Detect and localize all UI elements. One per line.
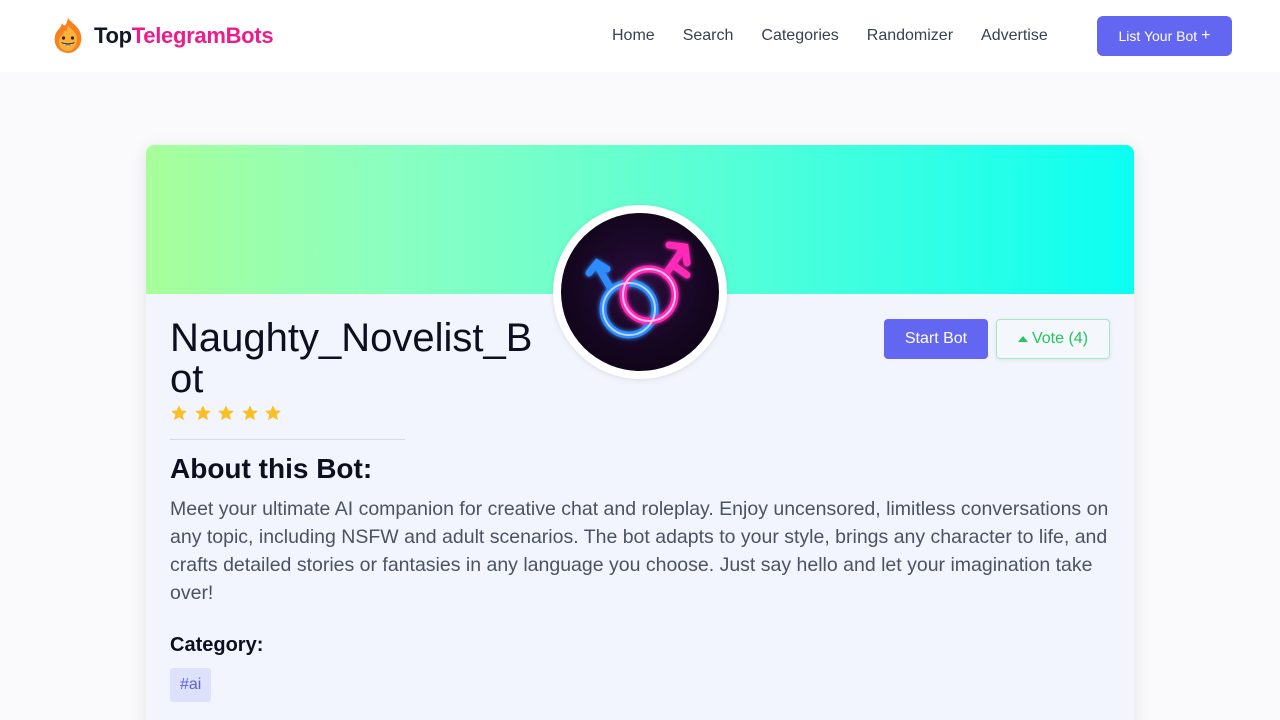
nav-search[interactable]: Search [683,22,734,50]
logo-text-rest: TelegramBots [131,23,274,48]
category-title: Category: [170,634,264,656]
logo-text: TopTelegramBots [94,23,274,49]
star-icon [241,405,258,421]
category-tag[interactable]: #ai [170,668,212,702]
bot-avatar-frame [553,205,727,379]
site-header: TopTelegramBots Home Search Categories R… [0,0,1280,72]
about-title: About this Bot: [170,453,373,484]
nav-categories[interactable]: Categories [761,22,838,50]
list-your-bot-button[interactable]: List Your Bot + [1097,16,1232,56]
nav-randomizer[interactable]: Randomizer [867,22,953,50]
vote-label: Vote (4) [1031,330,1089,347]
main-nav: Home Search Categories Randomizer Advert… [598,22,1062,50]
bot-name: Naughty_Novelist_Bot [170,316,533,401]
caret-up-icon [1017,336,1028,342]
site-logo[interactable]: TopTelegramBots [52,16,274,56]
star-icon [218,405,234,421]
list-your-bot-label: List Your Bot [1118,28,1198,44]
bot-avatar [561,213,719,371]
bot-card: Naughty_Novelist_Bot Start Bot Vote (4) … [146,145,1134,720]
star-icon [171,405,187,421]
star-icon [265,405,281,421]
start-bot-button[interactable]: Start Bot [884,319,988,359]
star-icon [194,405,211,421]
plus-icon: + [1201,27,1211,44]
nav-advertise[interactable]: Advertise [981,22,1048,50]
logo-text-top: Top [94,23,132,48]
divider [170,439,405,440]
gender-symbols-icon [585,241,691,339]
nav-home[interactable]: Home [612,22,655,50]
flame-smile-icon [54,18,82,53]
rating-stars [170,404,288,422]
vote-button[interactable]: Vote (4) [996,319,1110,359]
about-text: Meet your ultimate AI companion for crea… [170,498,1109,604]
